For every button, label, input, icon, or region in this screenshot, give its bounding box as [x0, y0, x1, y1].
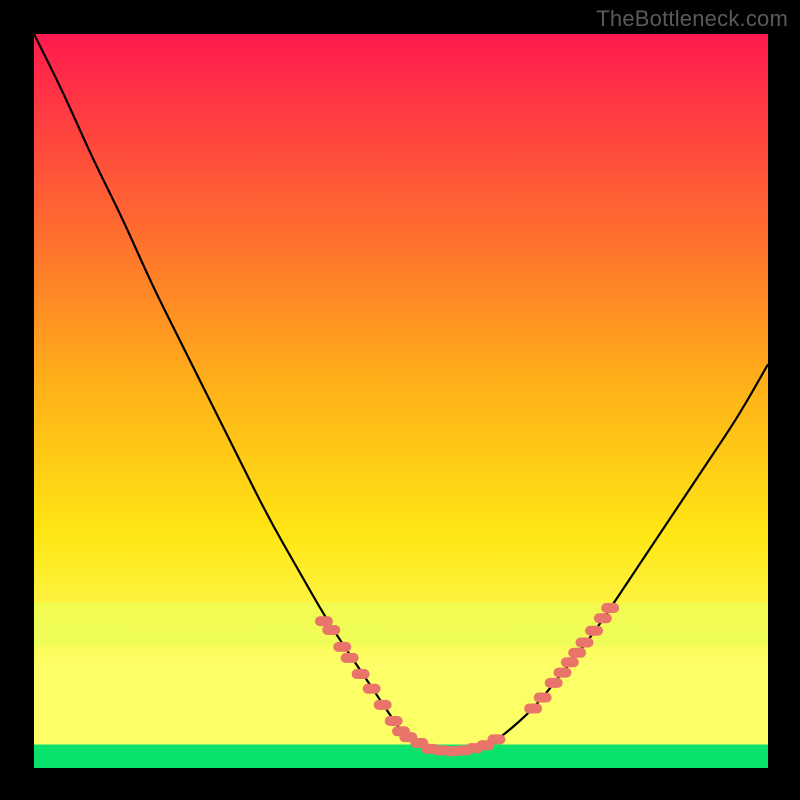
- plot-area: [34, 34, 768, 768]
- green-band: [34, 745, 768, 768]
- marker-dot: [553, 668, 571, 678]
- marker-dot: [487, 734, 505, 744]
- marker-dot: [333, 642, 351, 652]
- marker-dot: [374, 700, 392, 710]
- marker-dot: [322, 625, 340, 635]
- marker-dot: [576, 637, 594, 647]
- marker-dot: [561, 657, 579, 667]
- plot-svg: [34, 34, 768, 768]
- gradient-background: [34, 34, 768, 768]
- marker-dot: [601, 603, 619, 613]
- marker-dot: [594, 613, 612, 623]
- marker-dot: [524, 704, 542, 714]
- marker-dot: [352, 669, 370, 679]
- highlight-band: [34, 603, 768, 647]
- marker-dot: [568, 648, 586, 658]
- marker-dot: [585, 626, 603, 636]
- marker-dot: [385, 716, 403, 726]
- chart-stage: TheBottleneck.com: [0, 0, 800, 800]
- marker-dot: [341, 653, 359, 663]
- marker-dot: [315, 616, 333, 626]
- marker-dot: [363, 684, 381, 694]
- watermark-text: TheBottleneck.com: [596, 6, 788, 32]
- marker-dot: [545, 678, 563, 688]
- marker-dot: [534, 693, 552, 703]
